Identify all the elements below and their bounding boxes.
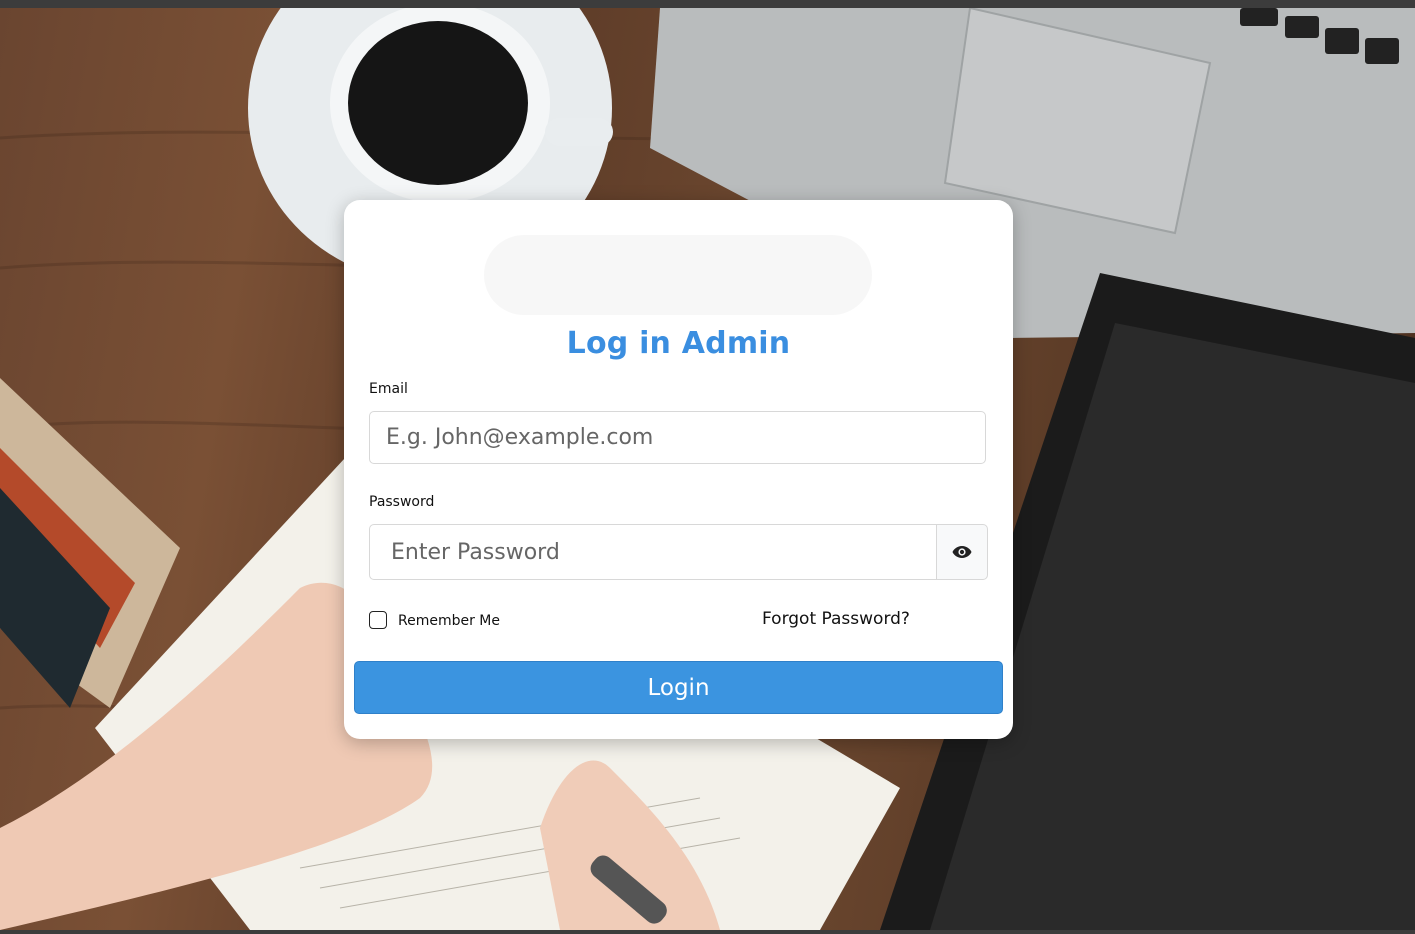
window-bottom-bar	[0, 930, 1415, 934]
login-card: Log in Admin Email Password Remember Me …	[344, 200, 1013, 739]
login-button[interactable]: Login	[354, 661, 1003, 714]
toggle-password-visibility-button[interactable]	[936, 524, 988, 580]
app-window: Log in Admin Email Password Remember Me …	[0, 0, 1415, 934]
logo-placeholder	[484, 235, 872, 315]
remember-me-row: Remember Me	[369, 610, 500, 629]
remember-me-checkbox[interactable]	[369, 610, 387, 629]
remember-me-label: Remember Me	[398, 613, 500, 629]
window-top-bar	[0, 0, 1415, 8]
eye-icon	[952, 546, 972, 558]
password-field-group	[369, 524, 988, 580]
email-label: Email	[369, 381, 408, 397]
email-input[interactable]	[369, 411, 986, 464]
password-input[interactable]	[369, 524, 937, 580]
password-label: Password	[369, 494, 435, 510]
page-title: Log in Admin	[566, 326, 791, 361]
forgot-password-link[interactable]: Forgot Password?	[762, 609, 910, 629]
